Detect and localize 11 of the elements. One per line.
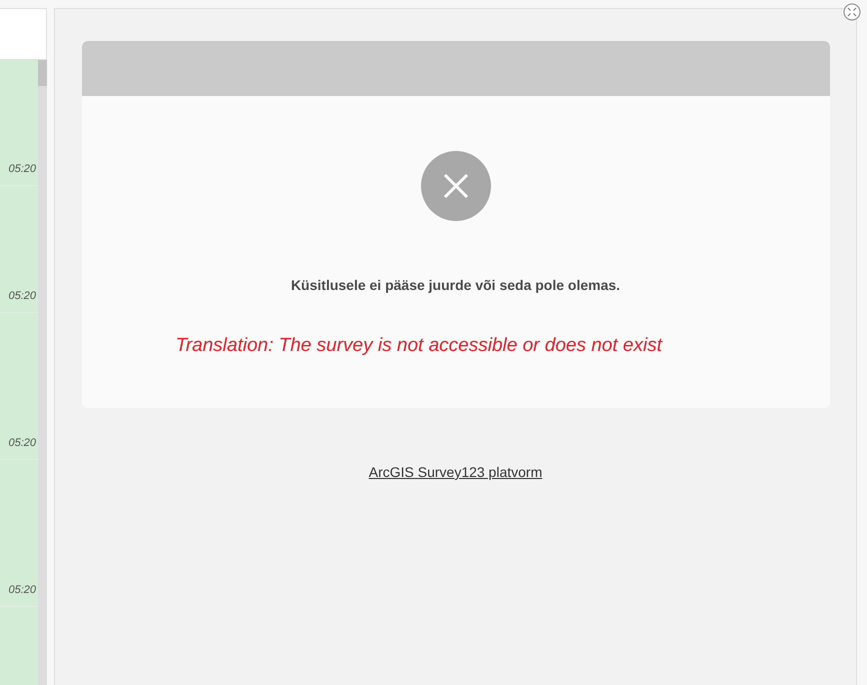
translation-note: Translation: The survey is not accessible or does not exist bbox=[176, 334, 662, 358]
error-icon bbox=[420, 151, 490, 221]
time-text: 05:20 bbox=[8, 162, 37, 176]
time-text: 05:20 bbox=[8, 436, 37, 450]
time-text: 05:20 bbox=[8, 582, 37, 598]
expand-icon[interactable] bbox=[843, 3, 861, 21]
error-message: Küsitlusele ei pääse juurde või seda pole olemas. bbox=[290, 276, 620, 295]
platform-link[interactable]: ArcGIS Survey123 platvorm bbox=[368, 462, 542, 483]
scrollbar[interactable] bbox=[38, 60, 47, 685]
time-text: 05:20 bbox=[8, 288, 37, 304]
scrollbar-thumb[interactable] bbox=[38, 60, 47, 86]
